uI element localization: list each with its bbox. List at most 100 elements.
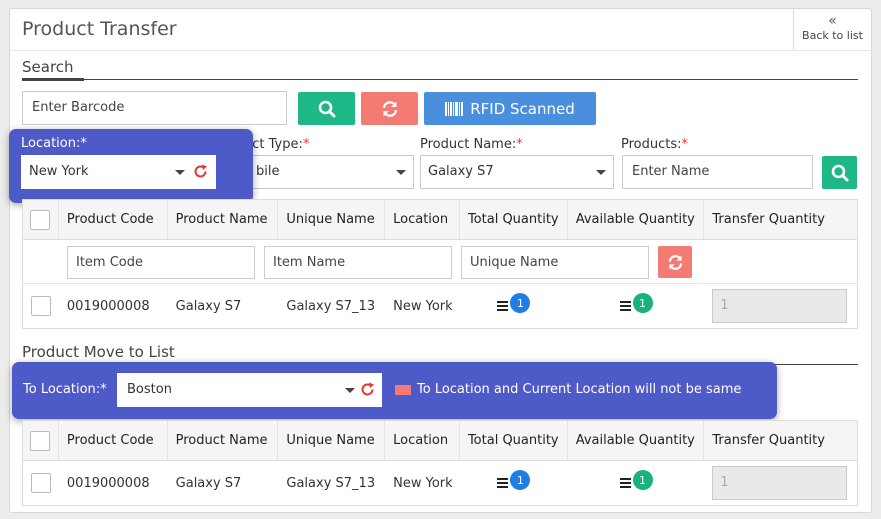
select-all-checkbox[interactable] [30,209,51,230]
available-quantity-badge: 1 [632,470,653,490]
product-type-value: bile [256,164,280,179]
move-list-table: Product Code Product Name Unique Name Lo… [22,420,858,506]
list-icon [619,301,631,311]
column-header-product-name[interactable]: Product Name [168,200,279,239]
select-all-cell [23,200,59,239]
column-header-product-name[interactable]: Product Name [168,421,279,460]
back-to-list-label: Back to list [802,29,863,42]
transfer-quantity-cell: 1 [704,461,857,505]
search-results-table: Product Code Product Name Unique Name Lo… [22,199,858,329]
total-quantity-cell: 1 [460,284,568,328]
products-search-button[interactable] [822,156,857,189]
item-code-filter[interactable]: Item Code [67,246,255,279]
location-select[interactable]: New York [21,155,216,189]
to-location-callout: To Location:* Boston To Location and Cur… [12,362,777,419]
table-header-row: Product Code Product Name Unique Name Lo… [23,200,857,240]
table-row[interactable]: 0019000008 Galaxy S7 Galaxy S7_13 New Yo… [23,461,857,505]
chevron-down-icon [345,388,355,393]
move-section-title: Product Move to List [22,343,175,361]
unique-name-filter[interactable]: Unique Name [461,246,649,279]
select-all-cell [23,421,59,460]
rfid-label: RFID Scanned [470,99,575,118]
total-quantity-badge: 1 [510,470,531,490]
location-label: Location:* [21,136,87,151]
product-name-cell: Galaxy S7 [175,475,242,491]
product-name-select[interactable]: Galaxy S7 [420,155,614,189]
product-code-cell: 0019000008 [66,298,150,314]
available-quantity-cell: 1 [568,284,705,328]
page-title: Product Transfer [22,18,177,40]
warning-indicator-icon [395,385,411,395]
product-code-cell: 0019000008 [66,475,150,491]
list-icon [497,478,509,488]
column-header-location[interactable]: Location [385,200,460,239]
column-header-transfer-quantity[interactable]: Transfer Quantity [704,200,857,239]
total-quantity-list-button[interactable]: 1 [497,293,531,313]
products-name-input[interactable]: Enter Name [622,155,813,189]
transfer-quantity-cell: 1 [704,284,857,328]
chevron-down-icon [596,170,606,175]
products-label: Products:* [621,137,689,152]
column-header-available-quantity[interactable]: Available Quantity [568,421,705,460]
product-type-label: uct Type:* [244,137,310,152]
product-name-cell: Galaxy S7 [175,298,242,314]
to-location-value: Boston [127,382,172,397]
product-name-value: Galaxy S7 [428,164,494,179]
reset-to-location-icon[interactable] [360,382,375,397]
search-icon [318,100,335,117]
chevron-down-icon [396,170,406,175]
column-header-total-quantity[interactable]: Total Quantity [460,421,568,460]
row-checkbox-cell [23,461,59,505]
filter-reset-button[interactable] [658,246,692,278]
row-checkbox[interactable] [30,296,51,316]
to-location-select[interactable]: Boston [117,373,382,407]
available-quantity-list-button[interactable]: 1 [619,470,653,490]
select-all-checkbox[interactable] [30,430,51,451]
search-button[interactable] [298,92,355,125]
location-callout: Location:* New York [9,129,253,203]
refresh-icon [382,100,397,117]
column-header-unique-name[interactable]: Unique Name [278,421,386,460]
column-header-location[interactable]: Location [385,421,460,460]
rfid-scanned-button[interactable]: RFID Scanned [424,92,596,125]
search-icon [831,164,848,181]
column-header-available-quantity[interactable]: Available Quantity [568,200,705,239]
row-checkbox[interactable] [30,473,51,493]
column-header-transfer-quantity[interactable]: Transfer Quantity [704,421,857,460]
back-to-list-button[interactable]: « Back to list [793,9,871,51]
list-icon [619,478,631,488]
filter-row: Item Code Item Name Unique Name [23,240,857,284]
chevron-down-icon [175,170,185,175]
location-cell: New York [393,475,453,491]
reset-location-icon[interactable] [193,164,208,179]
unique-name-cell: Galaxy S7_13 [286,298,376,314]
table-header-row: Product Code Product Name Unique Name Lo… [23,421,857,461]
column-header-product-code[interactable]: Product Code [59,421,168,460]
column-header-unique-name[interactable]: Unique Name [278,200,386,239]
transfer-quantity-input[interactable]: 1 [712,289,848,323]
total-quantity-list-button[interactable]: 1 [497,470,531,490]
to-location-label: To Location:* [23,382,107,397]
location-cell: New York [393,298,453,314]
table-row[interactable]: 0019000008 Galaxy S7 Galaxy S7_13 New Yo… [23,284,857,328]
item-name-filter[interactable]: Item Name [264,246,452,279]
location-value: New York [29,164,89,179]
reset-button[interactable] [361,92,418,125]
transfer-quantity-input[interactable]: 1 [712,466,848,500]
unique-name-cell: Galaxy S7_13 [286,475,376,491]
row-checkbox-cell [23,284,59,328]
search-section-line [22,79,858,80]
available-quantity-list-button[interactable]: 1 [619,293,653,313]
refresh-icon [668,254,682,270]
product-name-label: Product Name:* [420,137,523,152]
barcode-input[interactable]: Enter Barcode [22,91,287,125]
search-section-title: Search [22,58,74,76]
product-type-select[interactable]: bile [232,155,414,189]
column-header-product-code[interactable]: Product Code [59,200,168,239]
column-header-total-quantity[interactable]: Total Quantity [460,200,568,239]
available-quantity-cell: 1 [568,461,705,505]
total-quantity-cell: 1 [460,461,568,505]
barcode-icon [445,101,464,116]
search-section-underline [22,78,84,81]
header-divider [9,50,872,51]
